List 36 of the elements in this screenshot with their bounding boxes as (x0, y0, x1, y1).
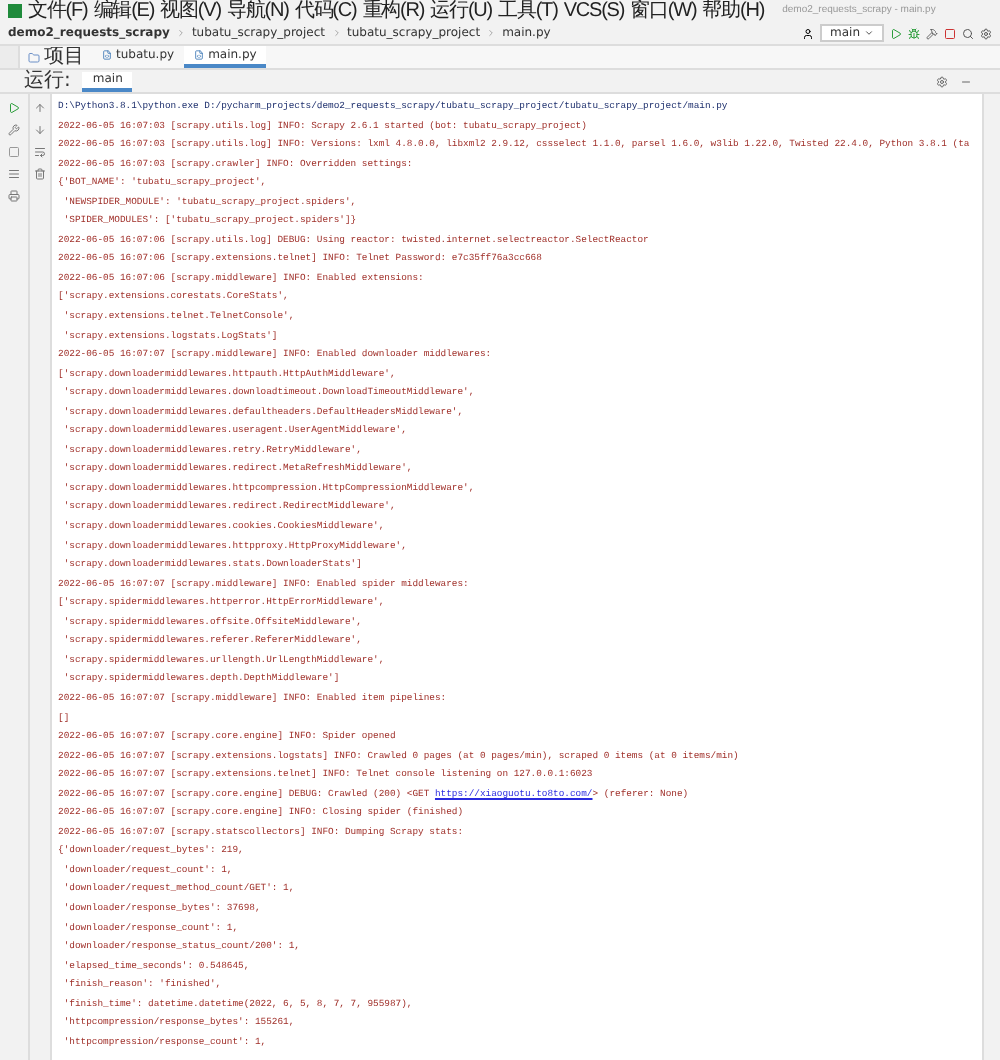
arrow-up-icon[interactable] (34, 102, 46, 114)
layout-icon[interactable] (8, 168, 20, 180)
wrap-icon[interactable] (34, 146, 46, 158)
project-tool-button[interactable]: 项目 (20, 46, 92, 68)
stop-icon[interactable] (944, 27, 956, 39)
chevron-right-icon (486, 28, 497, 38)
run-panel-label: 运行: (24, 71, 71, 91)
menu-item[interactable]: 工具(T) (498, 0, 558, 22)
wrench-icon[interactable] (8, 124, 20, 136)
caret-icon (864, 28, 874, 38)
menu-item[interactable]: 运行(U) (430, 0, 493, 22)
build-icon[interactable] (926, 27, 938, 39)
menu-item[interactable]: 代码(C) (294, 0, 357, 22)
user-icon[interactable] (802, 27, 814, 39)
file-icon (102, 50, 112, 60)
stop-icon[interactable] (8, 146, 20, 158)
debug-icon[interactable] (908, 27, 920, 39)
print-icon[interactable] (8, 190, 20, 202)
settings-icon[interactable] (980, 27, 992, 39)
menu-item[interactable]: 编辑(E) (93, 0, 155, 22)
run-icon[interactable] (890, 27, 902, 39)
menu-item[interactable]: 视图(V) (160, 0, 221, 22)
arrow-down-icon[interactable] (34, 124, 46, 136)
chevron-right-icon (331, 28, 341, 38)
file-icon (194, 50, 205, 60)
search-icon[interactable] (962, 27, 974, 39)
menu-item[interactable]: VCS(S) (563, 0, 625, 22)
menu-item[interactable]: 重构(R) (362, 0, 425, 22)
menu-item[interactable]: 帮助(H) (702, 0, 765, 22)
chevron-right-icon (175, 28, 186, 38)
settings-icon[interactable] (936, 75, 948, 87)
folder-icon (28, 51, 40, 63)
rerun-icon[interactable] (8, 102, 20, 114)
trash-icon[interactable] (34, 168, 46, 180)
minimize-icon[interactable] (960, 75, 972, 87)
app-logo-icon (8, 4, 22, 18)
